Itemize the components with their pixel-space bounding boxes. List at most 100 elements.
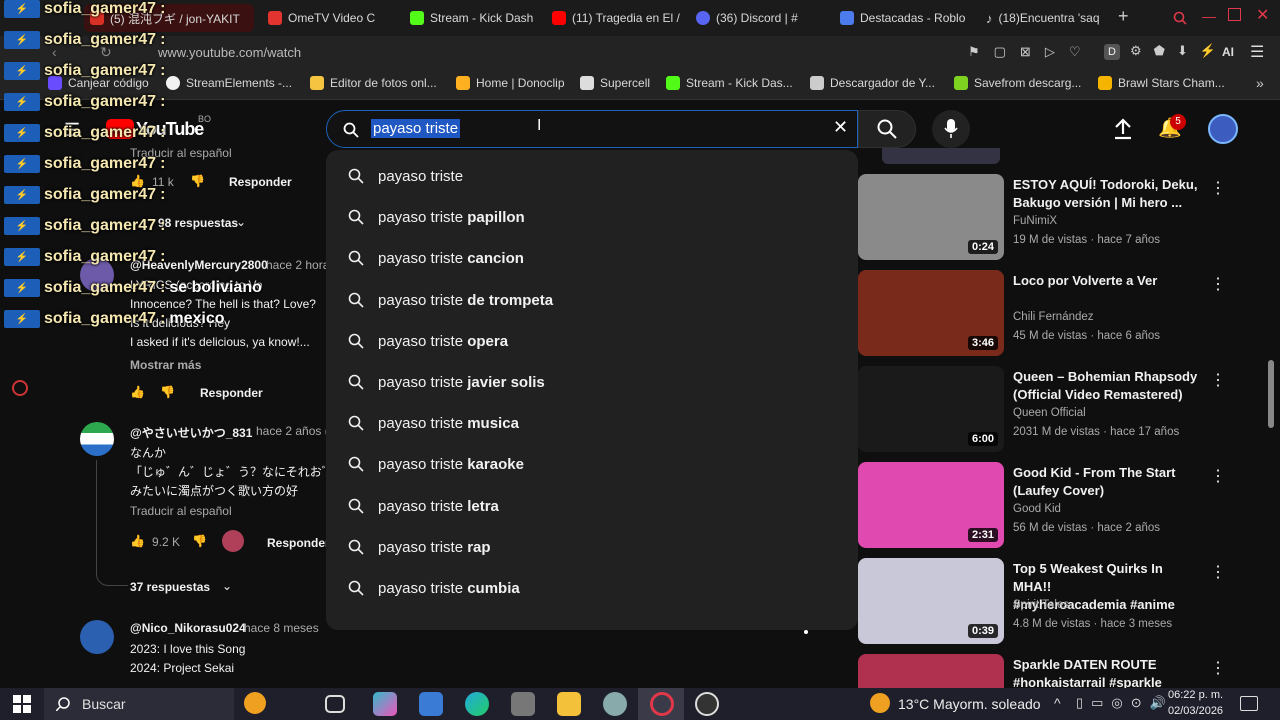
- suggestion-item[interactable]: payaso triste letra: [326, 486, 858, 527]
- video-channel[interactable]: Good Kid: [1013, 503, 1061, 515]
- extension-d-icon[interactable]: D: [1104, 44, 1120, 60]
- tab-6[interactable]: ♪ (18)Encuentra 'saq: [980, 4, 1112, 32]
- upload-icon[interactable]: [1113, 118, 1133, 140]
- edge-icon[interactable]: [465, 692, 489, 716]
- close-window-icon[interactable]: ✕: [1256, 5, 1269, 25]
- bookmark-5[interactable]: Stream - Kick Das...: [666, 76, 793, 90]
- bookmark-1[interactable]: StreamElements -...: [166, 76, 292, 90]
- weather-text[interactable]: 13°C Mayorm. soleado: [898, 696, 1041, 712]
- dislike-icon[interactable]: 👎: [160, 385, 175, 399]
- clear-search-icon[interactable]: ✕: [833, 117, 848, 138]
- recommended-video[interactable]: 0:24 ESTOY AQUÍ! Todoroki, Deku, Bakugo ve…: [858, 174, 1226, 262]
- bookmark-2[interactable]: Editor de fotos onl...: [310, 76, 437, 90]
- dislike-icon[interactable]: 👎: [190, 174, 205, 188]
- chevron-up-icon[interactable]: ^: [1054, 695, 1061, 711]
- search-input[interactable]: payaso triste I ✕: [326, 110, 858, 148]
- taskbar-search-box[interactable]: Buscar: [44, 688, 266, 720]
- video-title[interactable]: Good Kid - From The Start (Laufey Cover): [1013, 464, 1198, 500]
- app-icon[interactable]: [511, 692, 535, 716]
- tab-3[interactable]: (11) Tragedia en El /: [546, 4, 684, 32]
- suggestion-item[interactable]: payaso triste de trompeta: [326, 280, 858, 321]
- video-channel[interactable]: Chili Fernández: [1013, 311, 1094, 323]
- bookmark-4[interactable]: Supercell: [580, 76, 650, 90]
- suggestion-item[interactable]: payaso triste: [326, 156, 858, 197]
- like-icon[interactable]: 👍: [130, 385, 145, 399]
- video-channel[interactable]: FuNimiX: [1013, 215, 1057, 227]
- chevron-down-icon[interactable]: ⌄: [222, 579, 232, 593]
- bookmark-3[interactable]: Home | Donoclip: [456, 76, 565, 90]
- notification-center-icon[interactable]: [1240, 696, 1258, 711]
- tab-5[interactable]: Destacadas - Roblo: [834, 4, 974, 32]
- new-tab-icon[interactable]: +: [1118, 6, 1129, 27]
- video-title[interactable]: ESTOY AQUÍ! Todoroki, Deku, Bakugo versió…: [1013, 176, 1198, 212]
- video-thumbnail[interactable]: 0:39: [858, 558, 1004, 644]
- more-options-icon[interactable]: ⋮: [1210, 658, 1226, 678]
- maximize-icon[interactable]: [1228, 8, 1241, 21]
- voice-search-button[interactable]: [932, 110, 970, 148]
- comment-author[interactable]: @Nico_Nikorasu024: [130, 621, 246, 635]
- video-title[interactable]: Queen – Bohemian Rhapsody (Official Video…: [1013, 368, 1198, 404]
- more-options-icon[interactable]: ⋮: [1210, 562, 1226, 582]
- partial-thumbnail[interactable]: [882, 148, 1000, 164]
- reply-button[interactable]: Responder: [229, 175, 292, 189]
- minimize-icon[interactable]: —: [1202, 8, 1216, 24]
- toolbar-icons[interactable]: ⚙⬟⬇⚡: [1130, 43, 1228, 59]
- bookmark-7[interactable]: Savefrom descarg...: [954, 76, 1081, 90]
- clock-date[interactable]: 02/03/2026: [1168, 705, 1223, 717]
- suggestion-item[interactable]: payaso triste musica: [326, 403, 858, 444]
- menu-icon[interactable]: ☰: [1250, 42, 1264, 62]
- dislike-icon[interactable]: 👎: [192, 534, 207, 548]
- clock-time[interactable]: 06:22 p. m.: [1168, 689, 1223, 701]
- tab-4[interactable]: (36) Discord | #: [690, 4, 830, 32]
- video-title[interactable]: Sparkle DATEN ROUTE #honkaistarrail #spar…: [1013, 656, 1198, 688]
- recommended-video[interactable]: 6:00 Queen – Bohemian Rhapsody (Official V…: [858, 366, 1226, 454]
- recommended-video[interactable]: 0:39 Top 5 Weakest Quirks In MHA!! #myhero…: [858, 558, 1226, 646]
- reply-button[interactable]: Responder: [200, 386, 263, 400]
- more-options-icon[interactable]: ⋮: [1210, 370, 1226, 390]
- recommended-video[interactable]: 3:46 Loco por Volverte a Ver Chili Fernánd…: [858, 270, 1226, 358]
- avatar[interactable]: [1208, 114, 1238, 144]
- active-app-highlight[interactable]: [638, 688, 684, 720]
- video-thumbnail[interactable]: 0:24: [858, 174, 1004, 260]
- recommended-video[interactable]: Sparkle DATEN ROUTE #honkaistarrail #spar…: [858, 654, 1226, 688]
- avatar[interactable]: [80, 422, 114, 456]
- windows-start-icon[interactable]: [13, 695, 31, 713]
- suggestion-item[interactable]: payaso triste opera: [326, 321, 858, 362]
- comment-author[interactable]: @やさいせいかつ_831: [130, 424, 252, 441]
- suggestion-item[interactable]: payaso triste javier solis: [326, 362, 858, 403]
- copilot-icon[interactable]: [373, 692, 397, 716]
- tab-1[interactable]: OmeTV Video C: [262, 4, 394, 32]
- suggestion-item[interactable]: payaso triste cancion: [326, 238, 858, 279]
- more-options-icon[interactable]: ⋮: [1210, 274, 1226, 294]
- ai-button[interactable]: AI: [1222, 45, 1234, 59]
- more-bookmarks-icon[interactable]: »: [1256, 75, 1264, 91]
- tab-2[interactable]: Stream - Kick Dash: [404, 4, 540, 32]
- url-field[interactable]: www.youtube.com/watch: [158, 45, 301, 60]
- suggestion-item[interactable]: payaso triste rap: [326, 527, 858, 568]
- search-button[interactable]: [858, 110, 916, 148]
- app-icon[interactable]: [603, 692, 627, 716]
- scrollbar-thumb[interactable]: [1268, 360, 1274, 428]
- search-tabs-icon[interactable]: [1173, 11, 1187, 25]
- video-thumbnail[interactable]: 6:00: [858, 366, 1004, 452]
- recommended-video[interactable]: 2:31 Good Kid - From The Start (Laufey Cov…: [858, 462, 1226, 550]
- video-channel[interactable]: Spirit Tales: [1013, 599, 1069, 611]
- settings-gear-icon[interactable]: [12, 380, 28, 396]
- suggestion-item[interactable]: payaso triste papillon: [326, 197, 858, 238]
- bookmark-6[interactable]: Descargador de Y...: [810, 76, 935, 90]
- chevron-down-icon[interactable]: ⌄: [236, 215, 246, 229]
- video-title[interactable]: Loco por Volverte a Ver: [1013, 272, 1198, 290]
- file-explorer-icon[interactable]: [557, 692, 581, 716]
- tray-icons[interactable]: ▯▭◎⊙🔊: [1076, 695, 1174, 711]
- bookmark-8[interactable]: Brawl Stars Cham...: [1098, 76, 1225, 90]
- store-icon[interactable]: [419, 692, 443, 716]
- video-thumbnail[interactable]: 2:31: [858, 462, 1004, 548]
- reply-button[interactable]: Responder: [267, 536, 330, 550]
- more-options-icon[interactable]: ⋮: [1210, 466, 1226, 486]
- replies-toggle[interactable]: 37 respuestas: [130, 580, 210, 594]
- like-icon[interactable]: 👍: [130, 534, 145, 548]
- video-thumbnail[interactable]: [858, 654, 1004, 688]
- extension-icons[interactable]: ⚑▢⊠▷♡: [968, 44, 1094, 60]
- translate-link[interactable]: Traducir al español: [130, 504, 232, 518]
- suggestion-item[interactable]: payaso triste karaoke: [326, 444, 858, 485]
